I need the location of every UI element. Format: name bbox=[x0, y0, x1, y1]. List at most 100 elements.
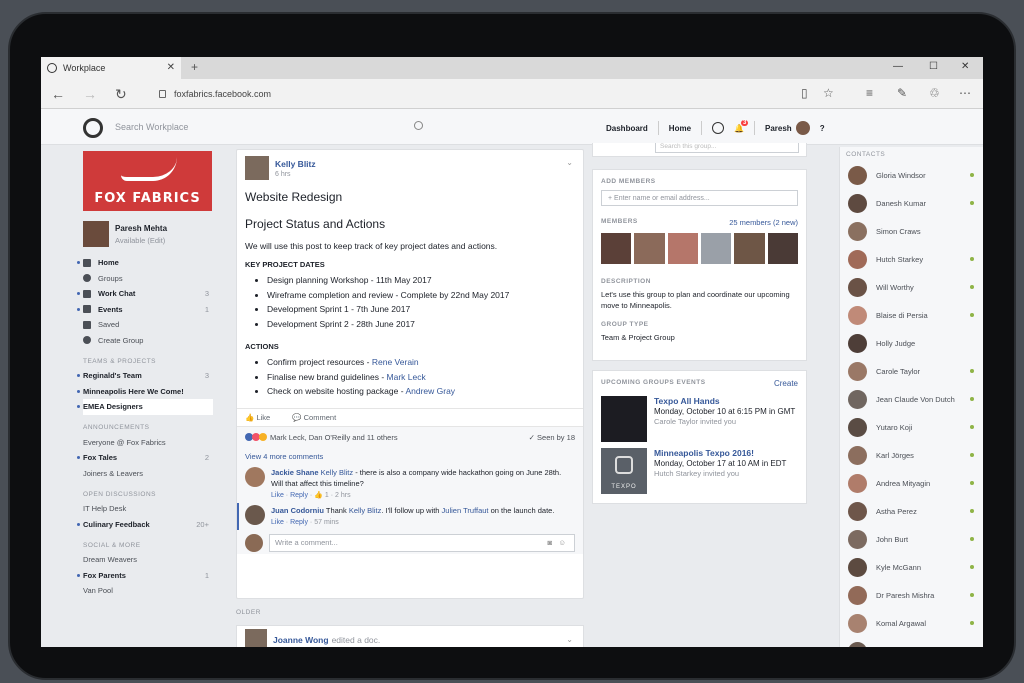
comment-input[interactable]: Write a comment... ◙ ☺ bbox=[269, 533, 575, 552]
note-icon[interactable]: ✎ bbox=[897, 86, 907, 100]
comment-like-link[interactable]: Like bbox=[271, 492, 284, 499]
sidebar-item[interactable]: Saved bbox=[83, 317, 213, 333]
hub-icon[interactable]: ≡ bbox=[866, 86, 873, 100]
address-bar[interactable]: foxfabrics.facebook.com bbox=[153, 85, 713, 103]
members-count-link[interactable]: 25 members (2 new) bbox=[729, 218, 798, 227]
comment-mention[interactable]: Julien Truffaut bbox=[442, 506, 489, 515]
comment-mention[interactable]: Kelly Blitz bbox=[321, 468, 354, 477]
camera-icon[interactable]: ◙ bbox=[547, 538, 552, 547]
forward-icon[interactable]: → bbox=[83, 86, 97, 102]
contact-item[interactable]: Will Worthy bbox=[840, 273, 983, 301]
reaction-names[interactable]: Mark Leck, Dan O'Reilly and 11 others bbox=[270, 433, 398, 442]
add-member-input[interactable]: + Enter name or email address... bbox=[601, 190, 798, 206]
author-avatar[interactable] bbox=[245, 629, 267, 647]
contact-item[interactable]: Komal Argawal bbox=[840, 609, 983, 637]
sidebar-item[interactable]: Minneapolis Here We Come! bbox=[77, 384, 213, 400]
reaction-icons[interactable] bbox=[245, 433, 267, 441]
comment-reply-link[interactable]: Reply bbox=[290, 519, 308, 526]
post-time[interactable]: 6 hrs bbox=[275, 171, 316, 178]
sidebar-item[interactable]: Dream Weavers bbox=[83, 552, 213, 568]
sidebar-item[interactable]: Create Group bbox=[83, 333, 213, 349]
comment-author[interactable]: Jackie Shane bbox=[271, 468, 319, 477]
create-event-link[interactable]: Create bbox=[774, 379, 798, 388]
comment-time[interactable]: 2 hrs bbox=[335, 492, 351, 499]
sidebar-item[interactable]: Van Pool bbox=[83, 583, 213, 599]
contact-item[interactable]: Stephen Wright bbox=[840, 637, 983, 647]
seen-by[interactable]: ✓ Seen by 18 bbox=[529, 433, 575, 442]
profile-link[interactable]: Paresh bbox=[765, 124, 792, 133]
avatar[interactable] bbox=[700, 233, 732, 264]
profile-avatar[interactable] bbox=[795, 121, 810, 135]
avatar[interactable] bbox=[634, 233, 665, 264]
contact-item[interactable]: Gloria Windsor bbox=[840, 161, 983, 189]
contact-item[interactable]: Andrea Mityagin bbox=[840, 469, 983, 497]
sidebar-item[interactable]: Work Chat 3 bbox=[77, 286, 213, 302]
event-item[interactable]: Texpo All Hands Monday, October 10 at 6:… bbox=[601, 396, 798, 442]
sidebar-item[interactable]: Home bbox=[77, 255, 213, 271]
comment-like-link[interactable]: Like bbox=[271, 519, 284, 526]
event-title[interactable]: Texpo All Hands bbox=[654, 396, 795, 406]
emoji-icon[interactable]: ☺ bbox=[558, 538, 566, 547]
more-icon[interactable]: ⋯ bbox=[959, 86, 971, 100]
sidebar-item[interactable]: Reginald's Team 3 bbox=[77, 368, 213, 384]
post-author[interactable]: Joanne Wong bbox=[273, 635, 329, 645]
contact-item[interactable]: Jean Claude Von Dutch bbox=[840, 385, 983, 413]
avatar[interactable] bbox=[767, 233, 798, 264]
avatar[interactable] bbox=[245, 466, 265, 487]
chevron-down-icon[interactable]: ⌄ bbox=[566, 158, 573, 167]
contact-item[interactable]: Yutaro Koji bbox=[840, 413, 983, 441]
contact-item[interactable]: John Burt bbox=[840, 525, 983, 553]
maximize-button[interactable]: ☐ bbox=[929, 61, 938, 72]
sidebar-item[interactable]: IT Help Desk bbox=[83, 501, 213, 517]
sidebar-item[interactable]: Fox Tales 2 bbox=[77, 450, 213, 466]
new-tab-button[interactable]: + bbox=[191, 60, 198, 74]
action-assignee-link[interactable]: Andrew Gray bbox=[405, 386, 455, 396]
event-item[interactable]: TEXPO Minneapolis Texpo 2016! Monday, Oc… bbox=[601, 448, 798, 494]
notifications-icon[interactable]: 🔔 3 bbox=[734, 119, 749, 133]
contact-item[interactable]: Simon Craws bbox=[840, 217, 983, 245]
like-button[interactable]: 👍 Like bbox=[245, 413, 270, 422]
sidebar-item[interactable]: Joiners & Leavers bbox=[83, 466, 213, 482]
group-banner[interactable]: FOX FABRICS bbox=[83, 151, 212, 211]
close-tab-icon[interactable]: ✕ bbox=[167, 62, 175, 73]
contact-item[interactable]: Karl Jörges bbox=[840, 441, 983, 469]
sidebar-item[interactable]: EMEA Designers bbox=[77, 399, 213, 415]
current-user[interactable]: Paresh Mehta Available (Edit) bbox=[83, 221, 213, 247]
contact-item[interactable]: Dr Paresh Mishra bbox=[840, 581, 983, 609]
contact-item[interactable]: Blaise di Persia bbox=[840, 301, 983, 329]
sidebar-item[interactable]: Events 1 bbox=[77, 302, 213, 318]
post-author[interactable]: Kelly Blitz bbox=[275, 159, 316, 169]
window-close-button[interactable]: ✕ bbox=[961, 61, 969, 72]
sidebar-item[interactable]: Everyone @ Fox Fabrics bbox=[83, 435, 213, 451]
view-more-comments[interactable]: View 4 more comments bbox=[245, 448, 575, 465]
comment-mention[interactable]: Kelly Blitz bbox=[349, 506, 382, 515]
refresh-icon[interactable]: ↻ bbox=[115, 86, 127, 103]
comment-time[interactable]: 57 mins bbox=[314, 519, 339, 526]
avatar[interactable] bbox=[667, 233, 698, 264]
sidebar-item[interactable]: Fox Parents 1 bbox=[77, 568, 213, 584]
author-avatar[interactable] bbox=[245, 156, 269, 180]
browser-tab[interactable]: Workplace ✕ bbox=[41, 57, 181, 79]
contact-item[interactable]: Danesh Kumar bbox=[840, 189, 983, 217]
contact-item[interactable]: Holly Judge bbox=[840, 329, 983, 357]
contact-item[interactable]: Carole Taylor bbox=[840, 357, 983, 385]
workplace-logo-icon[interactable] bbox=[83, 118, 103, 138]
contact-item[interactable]: Kyle McGann bbox=[840, 553, 983, 581]
chat-icon[interactable] bbox=[712, 122, 725, 134]
group-search-input[interactable]: Search this group... bbox=[655, 143, 799, 153]
avatar[interactable] bbox=[245, 504, 265, 525]
event-title[interactable]: Minneapolis Texpo 2016! bbox=[654, 448, 786, 458]
search-input[interactable]: Search Workplace bbox=[109, 117, 429, 137]
dashboard-link[interactable]: Dashboard bbox=[606, 124, 648, 133]
comment-author[interactable]: Juan Codorniu bbox=[271, 506, 324, 515]
reading-view-icon[interactable]: ▯ bbox=[801, 86, 808, 100]
chevron-down-icon[interactable]: ⌄ bbox=[566, 635, 573, 644]
comment-button[interactable]: 💬 Comment bbox=[292, 413, 336, 422]
home-link[interactable]: Home bbox=[669, 124, 691, 133]
share-icon[interactable]: ♲ bbox=[929, 86, 940, 100]
sidebar-item[interactable]: Groups bbox=[83, 271, 213, 287]
event-image[interactable]: TEXPO bbox=[601, 448, 647, 494]
action-assignee-link[interactable]: Mark Leck bbox=[387, 372, 426, 382]
sidebar-item[interactable]: Culinary Feedback 20+ bbox=[77, 517, 213, 533]
event-image[interactable] bbox=[601, 396, 647, 442]
